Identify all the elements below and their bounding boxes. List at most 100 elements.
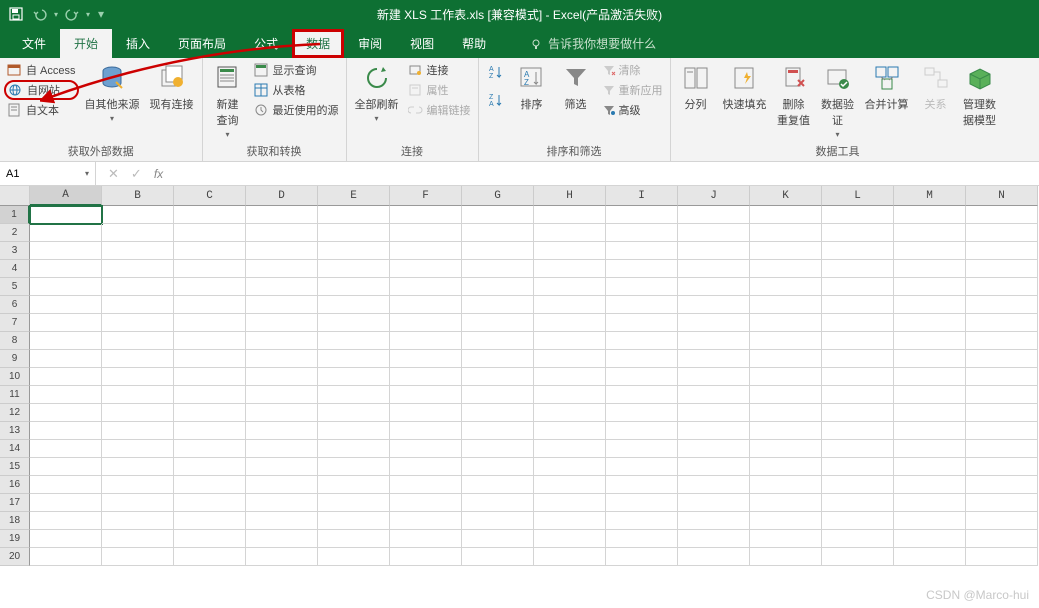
cell[interactable] xyxy=(174,386,246,404)
cell[interactable] xyxy=(30,548,102,566)
cell[interactable] xyxy=(534,260,606,278)
cell[interactable] xyxy=(174,242,246,260)
cell[interactable] xyxy=(318,260,390,278)
cell[interactable] xyxy=(750,512,822,530)
tab-review[interactable]: 审阅 xyxy=(344,29,396,58)
cell[interactable] xyxy=(102,368,174,386)
cell[interactable] xyxy=(678,368,750,386)
cell[interactable] xyxy=(822,440,894,458)
cell[interactable] xyxy=(462,332,534,350)
row-header[interactable]: 13 xyxy=(0,422,30,440)
cell[interactable] xyxy=(678,386,750,404)
show-queries-button[interactable]: 显示查询 xyxy=(251,60,342,80)
cell[interactable] xyxy=(246,458,318,476)
cell[interactable] xyxy=(678,296,750,314)
cell[interactable] xyxy=(462,224,534,242)
cell[interactable] xyxy=(822,332,894,350)
formula-input[interactable] xyxy=(175,167,1039,181)
cell[interactable] xyxy=(462,404,534,422)
cell[interactable] xyxy=(30,296,102,314)
advanced-filter-button[interactable]: 高级 xyxy=(599,100,666,120)
sort-za-button[interactable]: ZA xyxy=(483,88,509,112)
cell[interactable] xyxy=(246,494,318,512)
cell[interactable] xyxy=(30,476,102,494)
cell[interactable] xyxy=(822,458,894,476)
cell[interactable] xyxy=(102,386,174,404)
cell[interactable] xyxy=(246,242,318,260)
column-header[interactable]: A xyxy=(30,186,102,206)
cell[interactable] xyxy=(750,548,822,566)
cell[interactable] xyxy=(822,386,894,404)
cell[interactable] xyxy=(966,548,1038,566)
cell[interactable] xyxy=(246,350,318,368)
cell[interactable] xyxy=(102,512,174,530)
cell[interactable] xyxy=(30,206,102,224)
cell[interactable] xyxy=(174,530,246,548)
cell[interactable] xyxy=(966,296,1038,314)
cell[interactable] xyxy=(678,260,750,278)
cell[interactable] xyxy=(678,242,750,260)
cell[interactable] xyxy=(822,548,894,566)
cell[interactable] xyxy=(606,296,678,314)
from-table-button[interactable]: 从表格 xyxy=(251,80,342,100)
cell[interactable] xyxy=(750,386,822,404)
cell[interactable] xyxy=(30,386,102,404)
cell[interactable] xyxy=(966,260,1038,278)
cell[interactable] xyxy=(966,440,1038,458)
cell[interactable] xyxy=(390,206,462,224)
cell[interactable] xyxy=(390,296,462,314)
column-header[interactable]: K xyxy=(750,186,822,206)
cell[interactable] xyxy=(534,476,606,494)
row-header[interactable]: 7 xyxy=(0,314,30,332)
cell[interactable] xyxy=(462,206,534,224)
row-header[interactable]: 5 xyxy=(0,278,30,296)
cell[interactable] xyxy=(318,548,390,566)
row-header[interactable]: 12 xyxy=(0,404,30,422)
cell[interactable] xyxy=(390,404,462,422)
cell[interactable] xyxy=(822,242,894,260)
cell[interactable] xyxy=(246,422,318,440)
cell[interactable] xyxy=(462,440,534,458)
cell[interactable] xyxy=(318,278,390,296)
row-header[interactable]: 2 xyxy=(0,224,30,242)
cell[interactable] xyxy=(390,224,462,242)
cell[interactable] xyxy=(30,458,102,476)
cell[interactable] xyxy=(390,422,462,440)
column-header[interactable]: F xyxy=(390,186,462,206)
from-web-button[interactable]: 自网站 xyxy=(4,80,79,100)
cell[interactable] xyxy=(894,332,966,350)
cell[interactable] xyxy=(246,386,318,404)
column-header[interactable]: M xyxy=(894,186,966,206)
cell[interactable] xyxy=(606,278,678,296)
cell[interactable] xyxy=(894,548,966,566)
name-box[interactable]: A1 ▾ xyxy=(0,162,96,185)
cell[interactable] xyxy=(462,386,534,404)
cell[interactable] xyxy=(894,278,966,296)
sort-button[interactable]: AZ 排序 xyxy=(511,60,553,114)
cell[interactable] xyxy=(318,368,390,386)
cell[interactable] xyxy=(894,440,966,458)
cell[interactable] xyxy=(894,458,966,476)
cell[interactable] xyxy=(174,404,246,422)
tab-data[interactable]: 数据 xyxy=(292,29,344,58)
cell[interactable] xyxy=(102,458,174,476)
cell[interactable] xyxy=(534,422,606,440)
cell[interactable] xyxy=(174,332,246,350)
cell[interactable] xyxy=(30,404,102,422)
cell[interactable] xyxy=(174,296,246,314)
cell[interactable] xyxy=(246,512,318,530)
cell[interactable] xyxy=(606,206,678,224)
cell[interactable] xyxy=(174,512,246,530)
cell[interactable] xyxy=(750,422,822,440)
connections-button[interactable]: 连接 xyxy=(405,60,474,80)
cell[interactable] xyxy=(318,242,390,260)
cell[interactable] xyxy=(678,512,750,530)
cell[interactable] xyxy=(390,512,462,530)
row-header[interactable]: 17 xyxy=(0,494,30,512)
cell[interactable] xyxy=(318,440,390,458)
cell[interactable] xyxy=(750,332,822,350)
cell[interactable] xyxy=(534,458,606,476)
cell[interactable] xyxy=(822,530,894,548)
cell[interactable] xyxy=(102,404,174,422)
cell[interactable] xyxy=(174,278,246,296)
